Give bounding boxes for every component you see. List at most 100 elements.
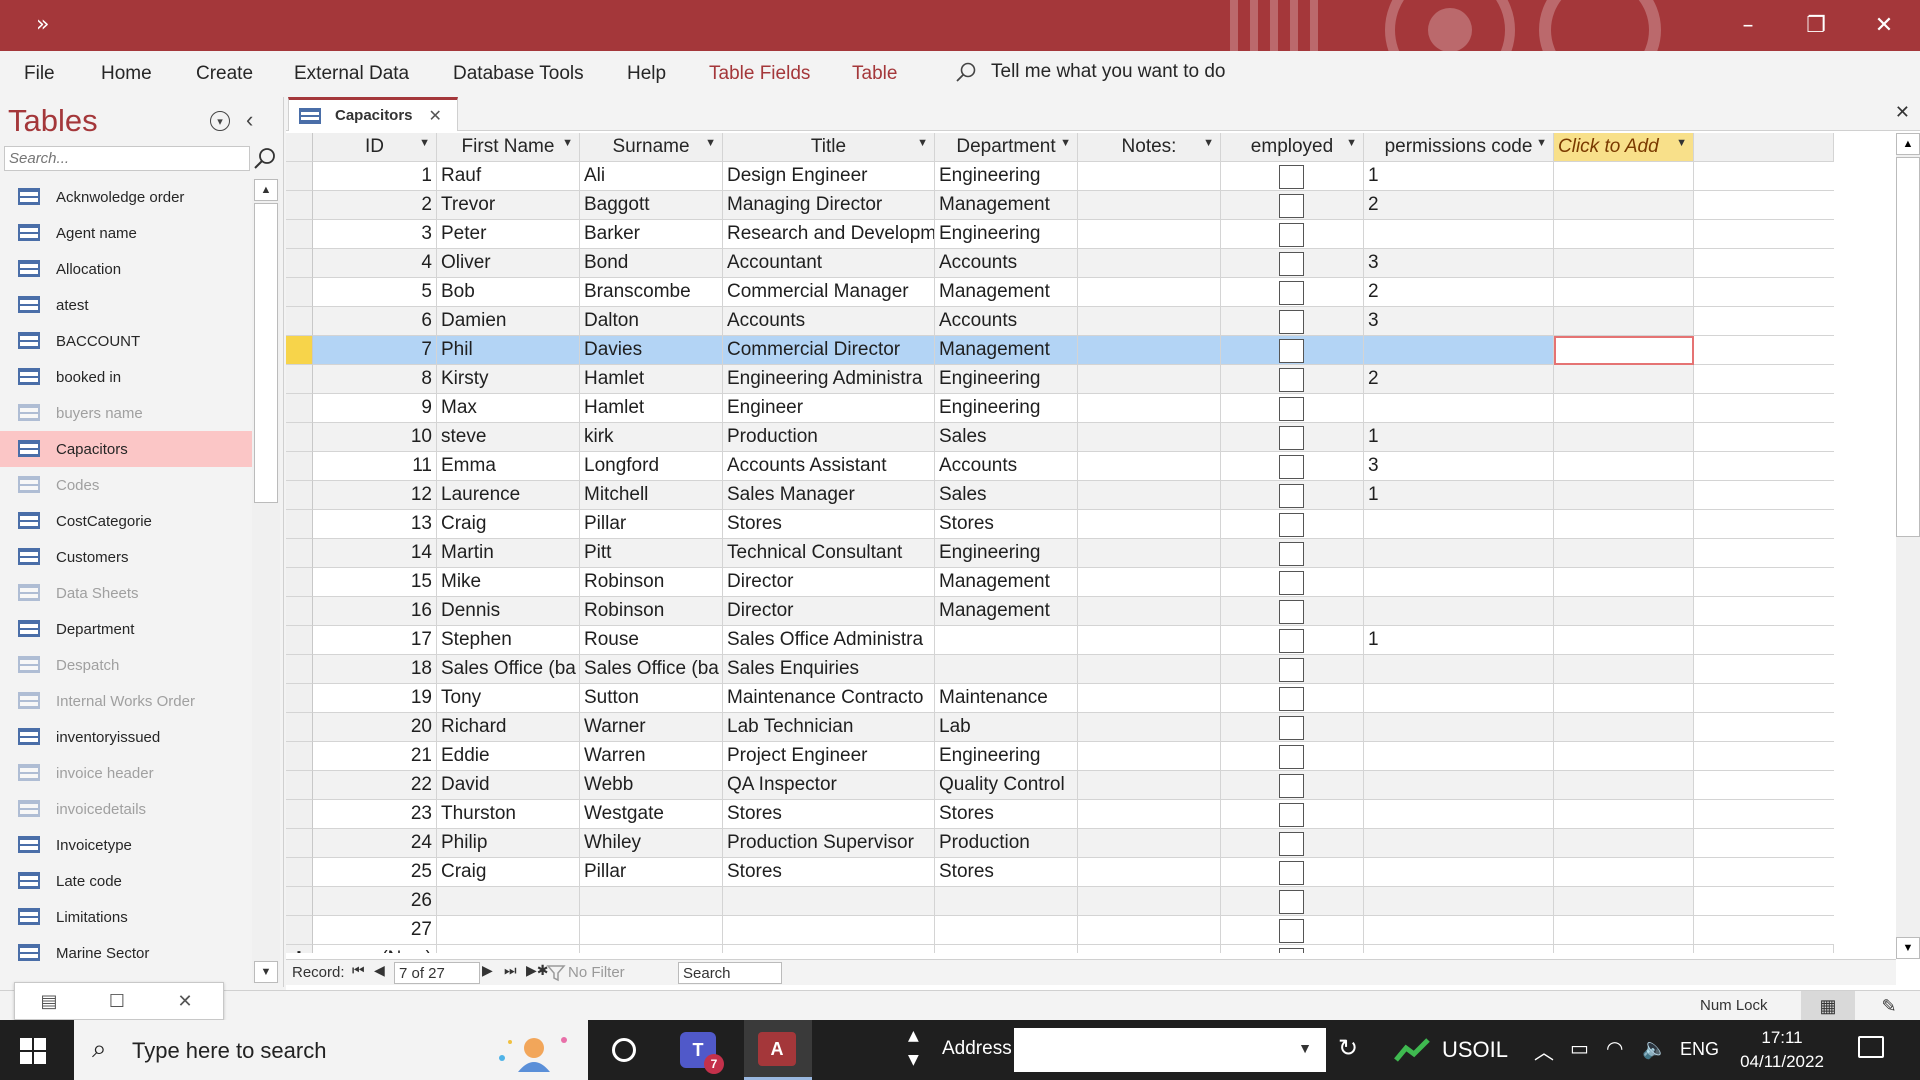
- click-to-add-cell[interactable]: [1554, 800, 1694, 829]
- clock[interactable]: 17:11 04/11/2022: [1730, 1026, 1834, 1074]
- table-cell[interactable]: Production Supervisor: [723, 829, 935, 858]
- table-cell[interactable]: [1554, 945, 1694, 953]
- close-window-icon[interactable]: ✕: [151, 991, 219, 1012]
- click-to-add-cell[interactable]: [1554, 858, 1694, 887]
- click-to-add-cell[interactable]: [1554, 278, 1694, 307]
- table-cell[interactable]: [1078, 162, 1221, 191]
- table-cell[interactable]: Engineer: [723, 394, 935, 423]
- record-selector[interactable]: [286, 220, 313, 249]
- nav-item[interactable]: booked in: [0, 359, 252, 395]
- record-search-input[interactable]: Search: [678, 962, 782, 984]
- employed-cell[interactable]: [1221, 829, 1364, 858]
- select-all-corner[interactable]: [286, 133, 313, 162]
- table-cell[interactable]: 1: [1364, 481, 1554, 510]
- record-selector[interactable]: [286, 481, 313, 510]
- table-cell[interactable]: Engineering Administra: [723, 365, 935, 394]
- table-cell[interactable]: [437, 945, 580, 953]
- table-cell[interactable]: Peter: [437, 220, 580, 249]
- table-cell[interactable]: [1364, 336, 1554, 365]
- table-cell[interactable]: [1078, 597, 1221, 626]
- table-cell[interactable]: [437, 916, 580, 945]
- employed-checkbox[interactable]: [1279, 339, 1304, 363]
- nav-item[interactable]: Acknwoledge order: [0, 179, 252, 215]
- scrollbar-thumb[interactable]: [254, 203, 278, 503]
- table-cell[interactable]: Stores: [723, 800, 935, 829]
- click-to-add-cell[interactable]: [1554, 307, 1694, 336]
- scroll-down-icon[interactable]: ▼: [254, 961, 278, 983]
- table-cell[interactable]: [1078, 307, 1221, 336]
- wifi-icon[interactable]: ◠: [1606, 1036, 1623, 1060]
- employed-cell[interactable]: [1221, 800, 1364, 829]
- table-cell[interactable]: Director: [723, 597, 935, 626]
- table-cell[interactable]: 1: [313, 162, 437, 191]
- table-row[interactable]: 17 Stephen Rouse Sales Office Administra 1: [286, 626, 1834, 655]
- table-cell[interactable]: Accounts: [723, 307, 935, 336]
- table-cell[interactable]: [1694, 945, 1834, 953]
- employed-cell[interactable]: [1221, 916, 1364, 945]
- employed-checkbox[interactable]: [1279, 223, 1304, 247]
- click-to-add-cell[interactable]: [1554, 336, 1694, 365]
- employed-checkbox[interactable]: [1279, 716, 1304, 740]
- employed-checkbox[interactable]: [1279, 948, 1304, 953]
- new-record-row[interactable]: ✱(New): [286, 945, 1834, 953]
- nav-item[interactable]: inventoryissued: [0, 719, 252, 755]
- table-cell[interactable]: Robinson: [580, 568, 723, 597]
- table-cell[interactable]: [1364, 597, 1554, 626]
- table-cell[interactable]: [580, 887, 723, 916]
- employed-cell[interactable]: [1221, 626, 1364, 655]
- employed-checkbox[interactable]: [1279, 803, 1304, 827]
- employed-checkbox[interactable]: [1279, 571, 1304, 595]
- employed-checkbox[interactable]: [1279, 194, 1304, 218]
- table-cell[interactable]: Trevor: [437, 191, 580, 220]
- table-cell[interactable]: 25: [313, 858, 437, 887]
- toolbar-scroll-icon[interactable]: ▲ ▼: [908, 1024, 919, 1072]
- address-input[interactable]: ▼: [1014, 1028, 1326, 1072]
- table-row[interactable]: 25 Craig Pillar Stores Stores: [286, 858, 1834, 887]
- employed-cell[interactable]: [1221, 423, 1364, 452]
- tab-database-tools[interactable]: Database Tools: [453, 63, 584, 85]
- column-dropdown-icon[interactable]: ▼: [705, 137, 716, 149]
- table-cell[interactable]: Longford: [580, 452, 723, 481]
- table-cell[interactable]: Dalton: [580, 307, 723, 336]
- table-cell[interactable]: Max: [437, 394, 580, 423]
- table-cell[interactable]: [1078, 655, 1221, 684]
- table-cell[interactable]: Craig: [437, 510, 580, 539]
- table-cell[interactable]: 6: [313, 307, 437, 336]
- table-cell[interactable]: Stores: [723, 510, 935, 539]
- table-cell[interactable]: [935, 626, 1078, 655]
- employed-checkbox[interactable]: [1279, 397, 1304, 421]
- table-cell[interactable]: Branscombe: [580, 278, 723, 307]
- table-cell[interactable]: [437, 887, 580, 916]
- nav-item[interactable]: Codes: [0, 467, 252, 503]
- table-cell[interactable]: 13: [313, 510, 437, 539]
- table-cell[interactable]: 15: [313, 568, 437, 597]
- new-record-marker[interactable]: ✱: [286, 945, 313, 953]
- click-to-add-cell[interactable]: [1554, 655, 1694, 684]
- record-selector[interactable]: [286, 684, 313, 713]
- table-cell[interactable]: 3: [1364, 452, 1554, 481]
- document-tab-capacitors[interactable]: Capacitors ✕: [288, 97, 458, 131]
- employed-cell[interactable]: [1221, 655, 1364, 684]
- table-cell[interactable]: [1364, 539, 1554, 568]
- record-selector[interactable]: [286, 249, 313, 278]
- table-cell[interactable]: 10: [313, 423, 437, 452]
- click-to-add-cell[interactable]: [1554, 626, 1694, 655]
- click-to-add-cell[interactable]: [1554, 568, 1694, 597]
- table-cell[interactable]: 3: [1364, 249, 1554, 278]
- table-cell[interactable]: Emma: [437, 452, 580, 481]
- table-cell[interactable]: [1078, 771, 1221, 800]
- record-selector[interactable]: [286, 307, 313, 336]
- table-cell[interactable]: Management: [935, 278, 1078, 307]
- nav-item[interactable]: invoicedetails: [0, 791, 252, 827]
- table-cell[interactable]: Rouse: [580, 626, 723, 655]
- table-cell[interactable]: 1: [1364, 423, 1554, 452]
- click-to-add-cell[interactable]: [1554, 742, 1694, 771]
- employed-checkbox[interactable]: [1279, 368, 1304, 392]
- table-cell[interactable]: 27: [313, 916, 437, 945]
- table-cell[interactable]: [1078, 800, 1221, 829]
- shutter-bar-close-icon[interactable]: ‹: [246, 107, 253, 133]
- table-cell[interactable]: Mike: [437, 568, 580, 597]
- column-dropdown-icon[interactable]: ▼: [419, 137, 430, 149]
- restore-window-icon[interactable]: ☐: [83, 991, 151, 1012]
- table-cell[interactable]: Maintenance Contracto: [723, 684, 935, 713]
